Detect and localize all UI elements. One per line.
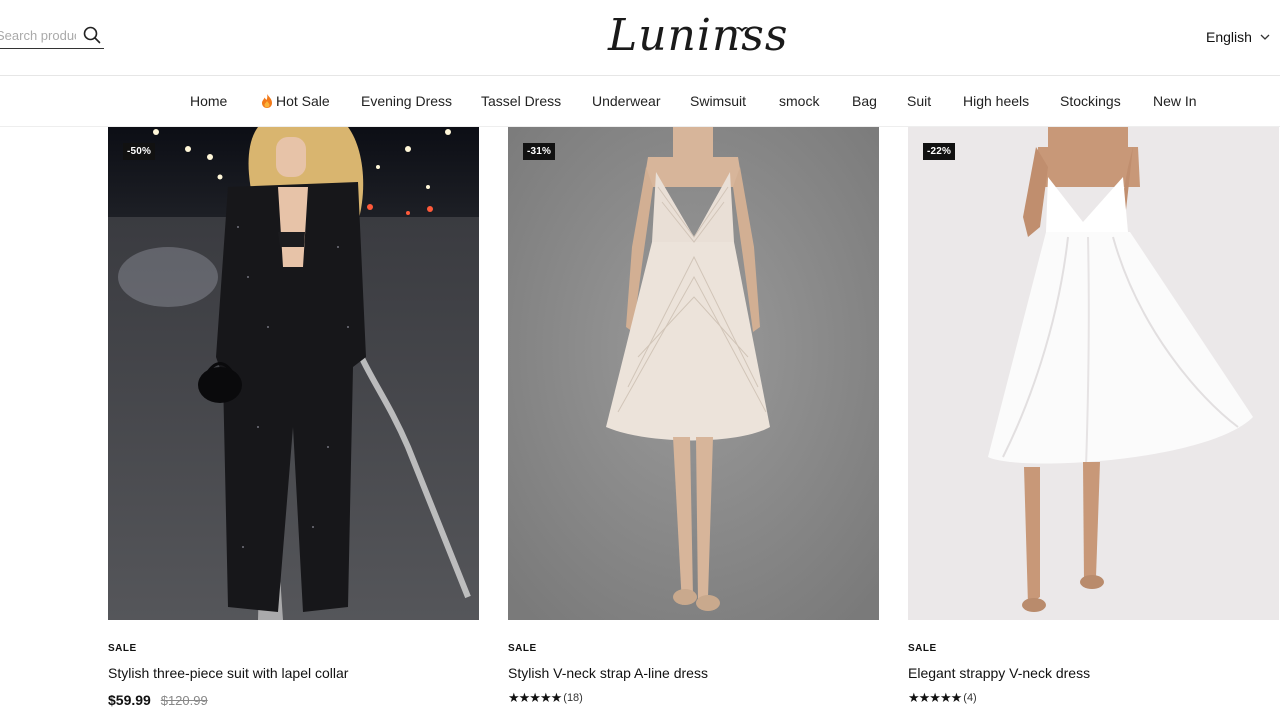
search-box [0, 22, 104, 49]
product-card[interactable]: -31% SALE Stylish V-neck strap A-line dr… [508, 127, 879, 705]
product-image[interactable]: -31% [508, 127, 879, 620]
logo-bird-icon [735, 27, 749, 32]
product-title[interactable]: Stylish V-neck strap A-line dress [508, 665, 708, 681]
product-image[interactable]: -50% [108, 127, 479, 620]
chevron-down-icon [1260, 34, 1270, 40]
nav-item-underwear[interactable]: Underwear [592, 91, 660, 111]
discount-badge: -22% [923, 143, 956, 160]
rating-count: (18) [563, 692, 583, 704]
product-card[interactable]: -50% SALE Stylish three-piece suit with … [108, 127, 479, 708]
rating-stars: ★★★★★ [508, 690, 562, 705]
flame-icon [262, 94, 272, 108]
nav-item-smock[interactable]: smock [779, 91, 819, 111]
original-price: $120.99 [160, 693, 208, 708]
search-button[interactable] [82, 24, 102, 46]
rating-count: (4) [963, 692, 977, 704]
nav-item-stockings[interactable]: Stockings [1060, 91, 1121, 111]
language-selector[interactable]: English [1206, 26, 1280, 48]
discount-badge: -31% [523, 143, 556, 160]
nav-item-tassel-dress[interactable]: Tassel Dress [481, 91, 561, 111]
search-input[interactable] [0, 24, 76, 46]
sale-tag: SALE [108, 643, 137, 654]
search-icon [83, 26, 101, 44]
rating-stars: ★★★★★ [908, 690, 962, 705]
site-header: Luninss English [0, 0, 1280, 76]
product-title[interactable]: Stylish three-piece suit with lapel coll… [108, 665, 348, 681]
sale-tag: SALE [908, 643, 937, 654]
logo-text: Luninss [608, 10, 789, 61]
nav-item-high-heels[interactable]: High heels [963, 91, 1029, 111]
nav-item-home[interactable]: Home [190, 91, 227, 111]
product-photo-suit [108, 127, 479, 620]
site-logo[interactable]: Luninss [600, 4, 789, 70]
product-photo-strappy-dress [908, 127, 1279, 620]
main-navigation: Home Hot Sale Evening Dress Tassel Dress… [0, 76, 1280, 127]
nav-item-evening-dress[interactable]: Evening Dress [361, 91, 452, 111]
nav-item-new-in[interactable]: New In [1153, 91, 1197, 111]
sale-price: $59.99 [108, 692, 151, 708]
product-photo-aline-dress [508, 127, 879, 620]
product-rating: ★★★★★ (4) [908, 690, 977, 706]
language-label: English [1206, 29, 1252, 45]
nav-list: Home Hot Sale Evening Dress Tassel Dress… [0, 76, 1280, 127]
nav-item-bag[interactable]: Bag [852, 91, 877, 111]
nav-item-swimsuit[interactable]: Swimsuit [690, 91, 746, 111]
discount-badge: -50% [123, 143, 156, 160]
product-title[interactable]: Elegant strappy V-neck dress [908, 665, 1090, 681]
product-rating: ★★★★★ (18) [508, 690, 583, 706]
product-card[interactable]: -22% SALE Elegant strappy V-neck dress ★… [908, 127, 1279, 705]
price-row: $59.99 $120.99 [108, 692, 208, 708]
sale-tag: SALE [508, 643, 537, 654]
nav-item-hot-sale[interactable]: Hot Sale [261, 91, 330, 111]
nav-item-suit[interactable]: Suit [907, 91, 931, 111]
product-image[interactable]: -22% [908, 127, 1279, 620]
